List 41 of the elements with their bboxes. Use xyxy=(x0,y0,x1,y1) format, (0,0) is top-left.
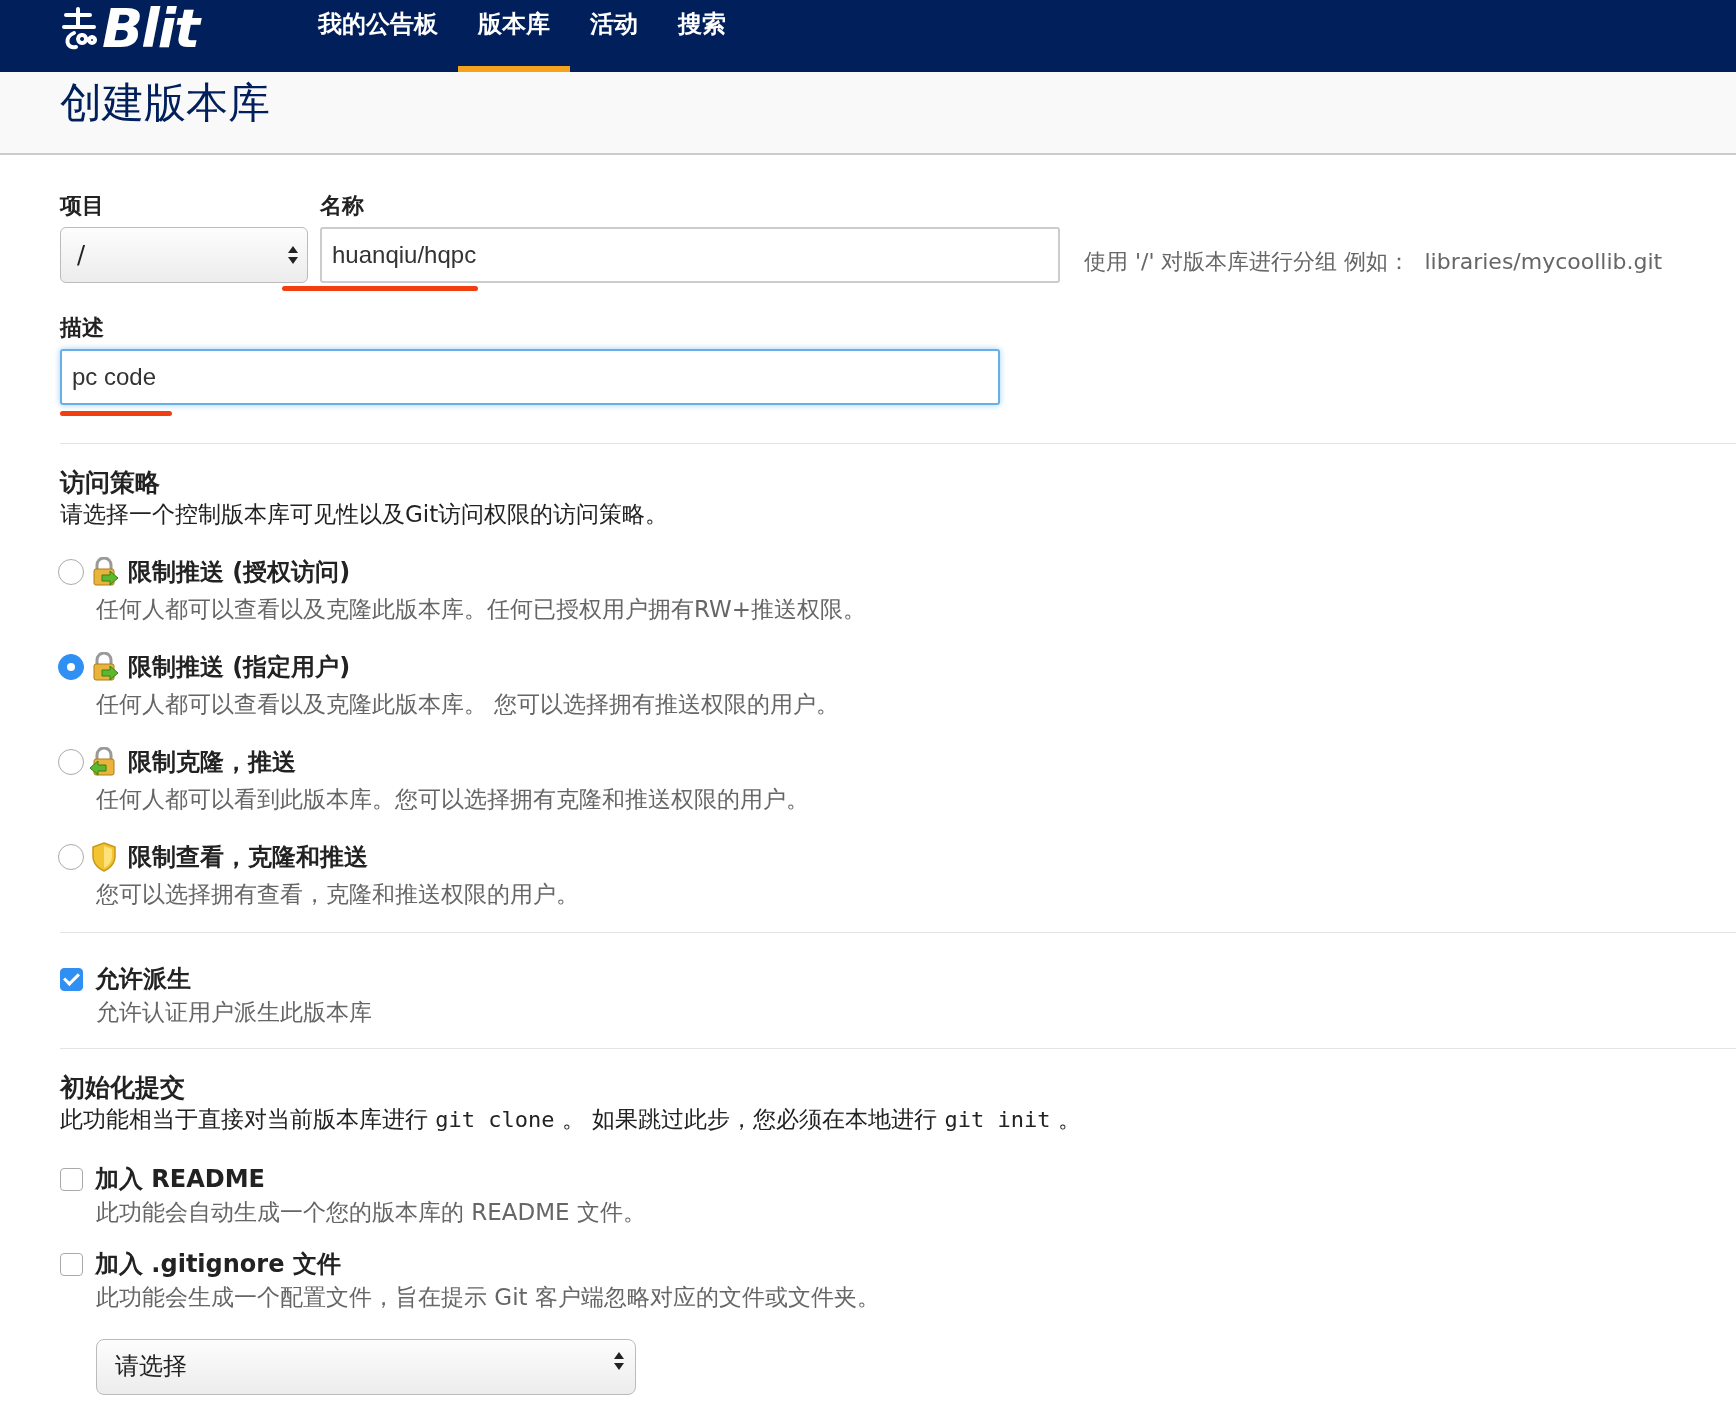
dropdown-arrows-icon xyxy=(613,1350,625,1372)
section-title: 初始化提交 xyxy=(60,1072,185,1104)
radio-button[interactable] xyxy=(58,654,84,680)
nav-tab[interactable]: 搜索 xyxy=(658,0,746,72)
radio-label: 限制克隆，推送 xyxy=(128,747,296,778)
field-label: 描述 xyxy=(60,314,105,342)
field-hint: 使用 '/' 对版本库进行分组 例如： libraries/mycoollib.git xyxy=(1084,248,1663,276)
option-description: 允许认证用户派生此版本库 xyxy=(96,998,372,1027)
logo-icon xyxy=(60,7,100,51)
shield-icon xyxy=(91,842,117,872)
nav-tab[interactable]: 活动 xyxy=(570,0,658,72)
field-label: 项目 xyxy=(60,192,105,220)
section-description: 请选择一个控制版本库可见性以及Git访问权限的访问策略。 xyxy=(60,500,669,529)
radio-button[interactable] xyxy=(58,844,84,870)
checkbox-label: 允许派生 xyxy=(95,964,191,995)
checkbox-label: 加入 .gitignore 文件 xyxy=(95,1249,341,1280)
section-title: 访问策略 xyxy=(60,467,160,499)
project-select[interactable]: / xyxy=(60,227,308,283)
option-description: 任何人都可以查看以及克隆此版本库。任何已授权用户拥有RW+推送权限。 xyxy=(96,595,867,624)
checkbox[interactable] xyxy=(60,967,83,991)
dropdown-arrows-icon xyxy=(287,244,299,266)
description-input[interactable]: pc code xyxy=(60,349,1000,405)
checkbox[interactable] xyxy=(60,1167,83,1191)
nav-tab[interactable]: 我的公告板 xyxy=(298,0,458,72)
radio-button[interactable] xyxy=(58,749,84,775)
option-description: 任何人都可以查看以及克隆此版本库。 您可以选择拥有推送权限的用户。 xyxy=(96,690,840,719)
radio-button[interactable] xyxy=(58,559,84,585)
field-label: 名称 xyxy=(320,192,365,220)
radio-label: 限制推送 (指定用户) xyxy=(128,652,351,683)
checkbox[interactable] xyxy=(60,1252,83,1276)
section-description: 此功能相当于直接对当前版本库进行 git clone 。 如果跳过此步，您必须在本地进行 git init 。 xyxy=(60,1105,1081,1134)
checkbox-label: 加入 README xyxy=(95,1164,265,1195)
option-description: 任何人都可以看到此版本库。您可以选择拥有克隆和推送权限的用户。 xyxy=(96,785,809,814)
gitignore-select[interactable]: 请选择 xyxy=(96,1339,636,1395)
option-description: 此功能会自动生成一个您的版本库的 README 文件。 xyxy=(96,1198,646,1227)
name-input[interactable]: huanqiu/hqpc xyxy=(320,227,1060,283)
option-description: 您可以选择拥有查看，克隆和推送权限的用户。 xyxy=(96,880,579,909)
page-title: 创建版本库 xyxy=(60,78,270,129)
radio-label: 限制查看，克隆和推送 xyxy=(128,842,368,873)
radio-label: 限制推送 (授权访问) xyxy=(128,557,351,588)
option-description: 此功能会生成一个配置文件，旨在提示 Git 客户端忽略对应的文件或文件夹。 xyxy=(96,1283,880,1312)
